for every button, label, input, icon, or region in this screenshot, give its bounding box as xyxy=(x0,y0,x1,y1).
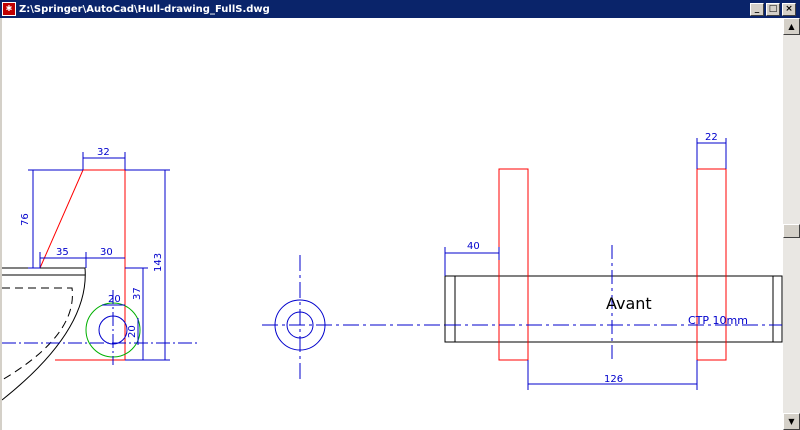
shaft-end-view xyxy=(262,255,445,380)
minimize-button[interactable]: _ xyxy=(750,2,764,16)
dim-37: 37 xyxy=(132,287,143,300)
window-title: Z:\Springer\AutoCad\Hull-drawing_FullS.d… xyxy=(19,3,270,15)
cad-drawing: 32 76 35 30 143 20 37 20 40 22 126 Avant… xyxy=(2,132,783,401)
dim-126: 126 xyxy=(604,374,623,385)
title-bar: ✱ Z:\Springer\AutoCad\Hull-drawing_FullS… xyxy=(0,0,800,18)
scroll-up-button[interactable]: ▲ xyxy=(783,18,800,35)
close-button[interactable]: × xyxy=(782,2,796,16)
bulkhead-right xyxy=(696,168,727,361)
dim-32: 32 xyxy=(97,147,110,158)
plan-view: 40 22 126 Avant CTP 10mm xyxy=(444,132,783,390)
label-avant: Avant xyxy=(606,294,652,313)
dim-40: 40 xyxy=(467,241,480,252)
dim-76: 76 xyxy=(20,213,31,226)
scroll-down-button[interactable]: ▼ xyxy=(783,413,800,430)
autocad-icon[interactable]: ✱ xyxy=(2,2,16,16)
bulkhead-left xyxy=(498,168,529,361)
section-red-outline xyxy=(39,169,126,361)
drawing-canvas[interactable]: 32 76 35 30 143 20 37 20 40 22 126 Avant… xyxy=(2,18,783,430)
maximize-button[interactable]: □ xyxy=(766,2,780,16)
dim-35: 35 xyxy=(56,247,69,258)
scroll-thumb[interactable] xyxy=(783,224,800,238)
hull-inner-dashed xyxy=(2,287,73,381)
dim-20-horizontal: 20 xyxy=(108,294,121,305)
label-ctp: CTP 10mm xyxy=(688,314,748,327)
dim-30: 30 xyxy=(100,247,113,258)
dim-20-vertical: 20 xyxy=(127,325,138,338)
dim-22: 22 xyxy=(705,132,718,143)
hull-section-view: 32 76 35 30 143 20 37 20 xyxy=(2,147,200,401)
vertical-scrollbar[interactable]: ▲ ▼ xyxy=(783,18,800,430)
dim-143: 143 xyxy=(153,253,164,272)
